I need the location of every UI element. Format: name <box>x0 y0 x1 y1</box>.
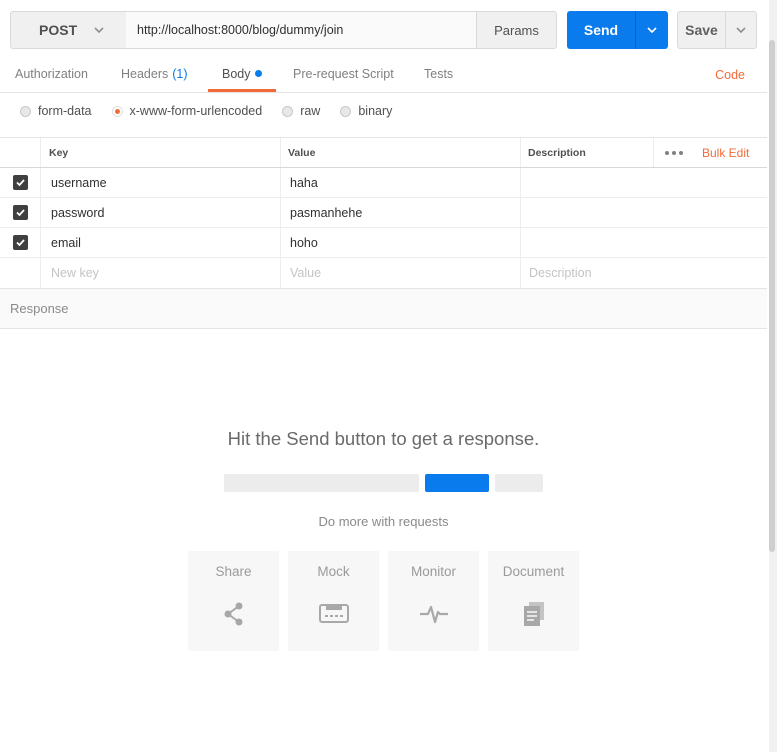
share-card[interactable]: Share <box>188 551 279 651</box>
value-cell[interactable]: pasmanhehe <box>280 198 521 227</box>
description-cell[interactable] <box>520 228 767 257</box>
response-header: Response <box>0 288 767 329</box>
checkmark-icon <box>15 209 25 217</box>
card-label: Document <box>502 564 565 579</box>
table-header-row: Key Value Description Bulk Edit <box>0 138 767 168</box>
tab-label: Body <box>222 67 251 81</box>
radio-binary[interactable]: binary <box>340 104 392 118</box>
code-link[interactable]: Code <box>715 68 745 82</box>
method-label: POST <box>39 22 78 38</box>
key-cell[interactable]: username <box>40 168 281 197</box>
new-row: New key Value Description <box>0 258 767 288</box>
tab-label: Authorization <box>15 67 88 81</box>
card-label: Share <box>215 564 252 579</box>
tab-authorization[interactable]: Authorization <box>15 58 88 92</box>
tab-label: Headers <box>121 67 169 81</box>
row-checkbox[interactable] <box>12 235 28 250</box>
tab-label: Tests <box>424 67 454 81</box>
do-more-heading: Do more with requests <box>318 514 449 529</box>
radio-raw[interactable]: raw <box>282 104 320 118</box>
tab-tests[interactable]: Tests <box>424 58 453 92</box>
value-cell[interactable]: hoho <box>280 228 521 257</box>
mock-server-icon <box>288 601 379 627</box>
send-options-dropdown[interactable] <box>635 11 668 49</box>
column-header-value: Value <box>280 138 521 167</box>
params-button[interactable]: Params <box>476 11 557 49</box>
params-table: Key Value Description Bulk Edit username… <box>0 137 767 288</box>
table-row: username haha <box>0 168 767 198</box>
radio-label: x-www-form-urlencoded <box>129 104 263 118</box>
checkmark-icon <box>15 179 25 187</box>
chevron-down-icon <box>94 27 104 34</box>
document-card[interactable]: Document <box>488 551 579 651</box>
scrollbar-thumb[interactable] <box>769 40 775 552</box>
save-options-dropdown[interactable] <box>726 12 756 48</box>
url-input[interactable] <box>126 11 477 49</box>
tab-body[interactable]: Body <box>208 58 276 92</box>
body-type-radios: form-data x-www-form-urlencoded raw bina… <box>20 102 412 120</box>
save-button-group: Save <box>677 11 757 49</box>
placeholder-bar <box>224 474 419 492</box>
modified-dot-icon <box>254 70 262 77</box>
request-tabs: Authorization Headers (1) Body Pre-reques… <box>0 58 767 93</box>
column-header-key: Key <box>40 138 281 167</box>
placeholder-bar-accent <box>425 474 489 492</box>
radio-selected-icon <box>111 105 123 117</box>
tab-pre-request-script[interactable]: Pre-request Script <box>293 58 394 92</box>
monitor-card[interactable]: Monitor <box>388 551 479 651</box>
send-button-group: Send <box>567 11 668 49</box>
radio-label: binary <box>358 104 393 118</box>
table-row: email hoho <box>0 228 767 258</box>
radio-x-www-form-urlencoded[interactable]: x-www-form-urlencoded <box>111 104 263 118</box>
bulk-edit-link[interactable]: Bulk Edit <box>702 138 749 167</box>
document-icon <box>488 601 579 627</box>
send-button[interactable]: Send <box>567 11 635 49</box>
chevron-down-icon <box>736 27 746 34</box>
placeholder-bar <box>495 474 543 492</box>
tab-count-badge: (1) <box>172 67 188 81</box>
key-cell[interactable]: password <box>40 198 281 227</box>
monitor-pulse-icon <box>388 601 479 627</box>
radio-form-data[interactable]: form-data <box>20 104 92 118</box>
method-select[interactable]: POST <box>10 11 127 49</box>
key-cell[interactable]: email <box>40 228 281 257</box>
row-checkbox[interactable] <box>12 175 28 190</box>
table-row: password pasmanhehe <box>0 198 767 228</box>
tab-label: Pre-request Script <box>293 67 394 81</box>
chevron-down-icon <box>647 27 657 34</box>
value-cell[interactable]: haha <box>280 168 521 197</box>
radio-label: raw <box>300 104 321 118</box>
radio-circle-icon <box>282 105 294 117</box>
more-options-icon[interactable] <box>653 138 693 167</box>
radio-circle-icon <box>20 105 31 117</box>
checkmark-icon <box>15 239 25 247</box>
description-cell[interactable] <box>520 198 767 227</box>
save-button[interactable]: Save <box>678 12 726 48</box>
description-cell[interactable] <box>520 168 767 197</box>
mock-card[interactable]: Mock <box>288 551 379 651</box>
new-key-input[interactable]: New key <box>40 258 281 288</box>
new-value-input[interactable]: Value <box>280 258 521 288</box>
card-label: Mock <box>317 564 350 579</box>
tab-headers[interactable]: Headers (1) <box>121 58 188 92</box>
send-hint-text: Hit the Send button to get a response. <box>227 428 540 449</box>
card-label: Monitor <box>410 564 456 579</box>
new-description-input[interactable]: Description <box>520 258 767 288</box>
row-checkbox[interactable] <box>12 205 28 220</box>
share-icon <box>188 601 279 627</box>
radio-label: form-data <box>38 104 92 118</box>
radio-circle-icon <box>340 105 352 117</box>
